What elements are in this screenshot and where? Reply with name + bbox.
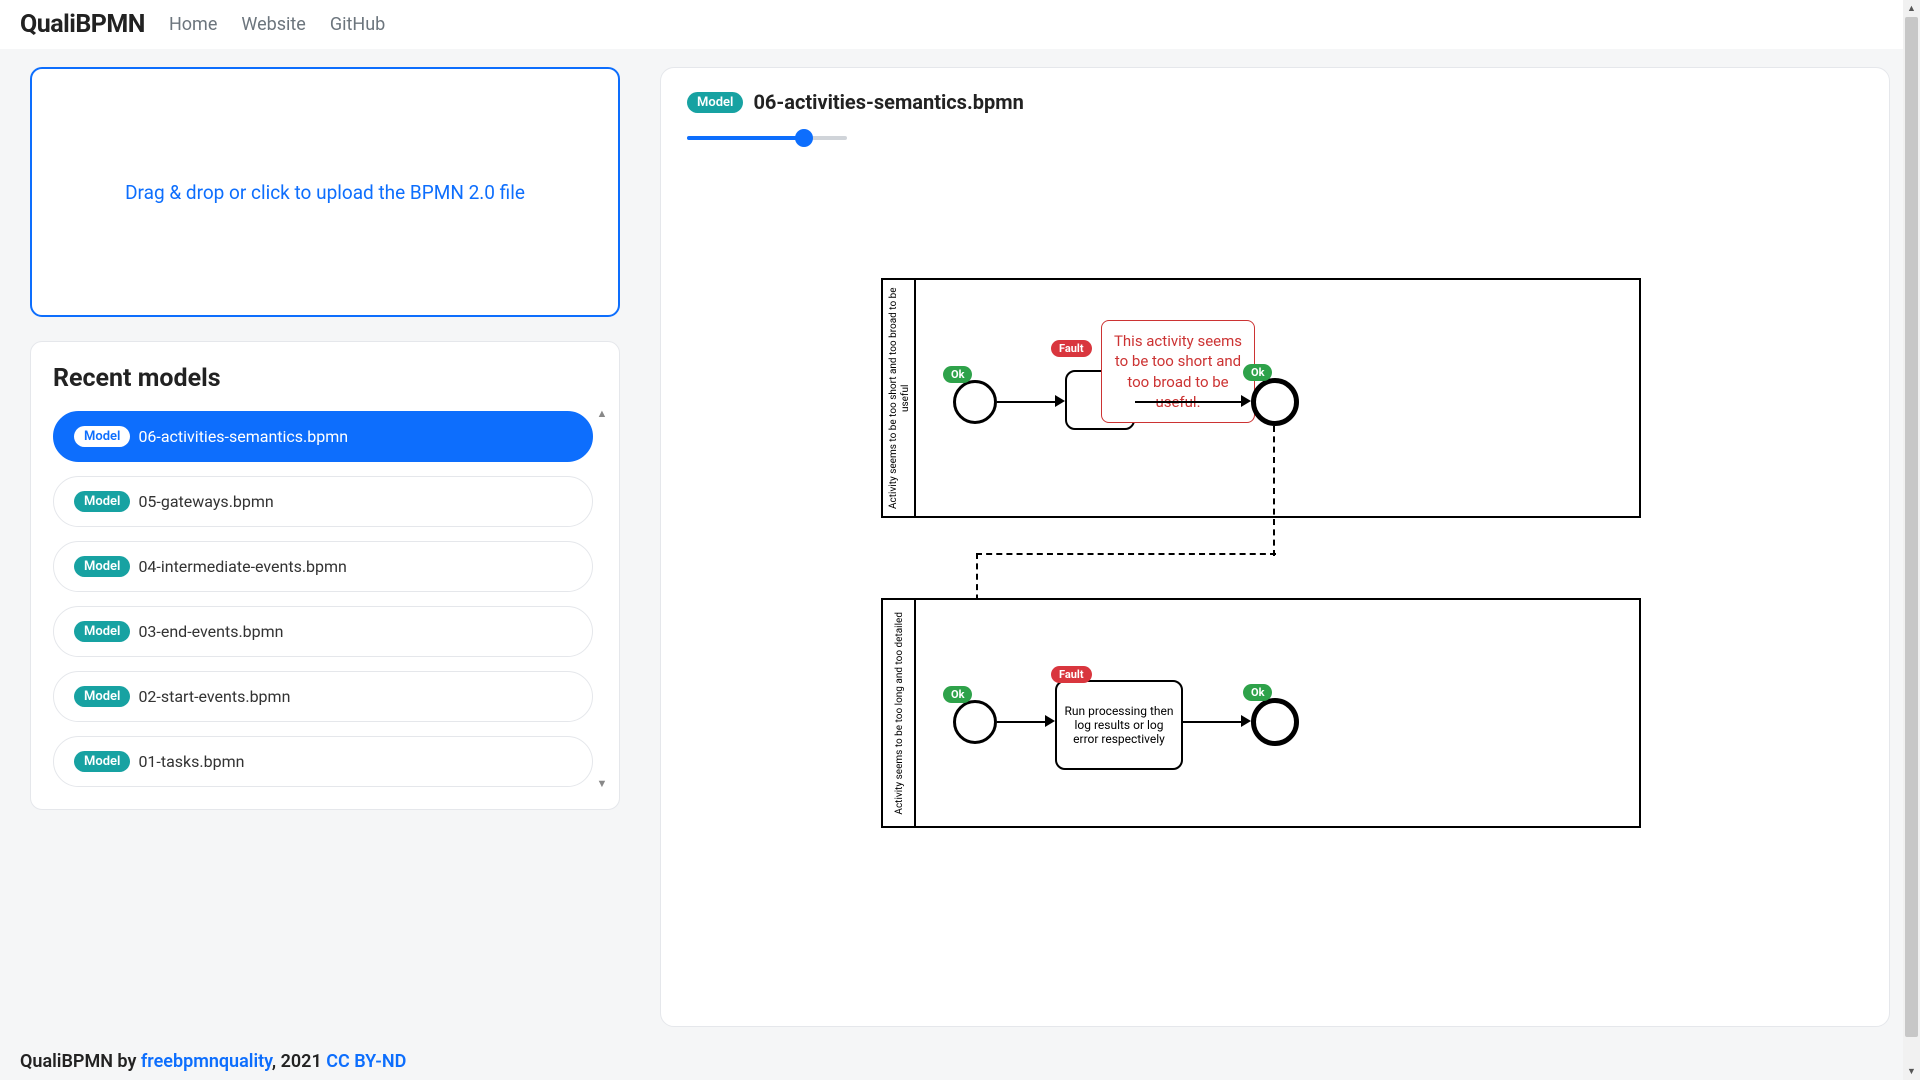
end-event[interactable] xyxy=(1251,698,1299,746)
end-event[interactable] xyxy=(1251,378,1299,426)
arrow-head-icon xyxy=(1241,715,1251,727)
viewer-filename: 06-activities-semantics.bpmn xyxy=(753,90,1023,114)
recent-model-item[interactable]: Model 03-end-events.bpmn xyxy=(53,606,593,657)
footer-license-link[interactable]: CC BY-ND xyxy=(326,1051,406,1072)
bpmn-lane: Activity seems to be too long and too de… xyxy=(881,598,1641,828)
footer: QualiBPMN by freebpmnquality, 2021 CC BY… xyxy=(20,1051,406,1072)
arrow-head-icon xyxy=(1055,395,1065,407)
recent-model-item[interactable]: Model 04-intermediate-events.bpmn xyxy=(53,541,593,592)
zoom-slider-thumb[interactable] xyxy=(795,129,813,147)
sequence-flow xyxy=(1135,401,1243,403)
page-scrollbar[interactable]: ▲ ▼ xyxy=(1903,0,1920,1080)
bpmn-diagram[interactable]: Activity seems to be too short and too b… xyxy=(881,278,1641,838)
model-name: 02-start-events.bpmn xyxy=(138,687,290,706)
zoom-slider[interactable] xyxy=(687,132,847,142)
viewer-model-badge: Model xyxy=(687,92,743,113)
start-event[interactable] xyxy=(953,700,997,744)
scrollbar-thumb[interactable] xyxy=(1905,17,1918,1037)
model-name: 06-activities-semantics.bpmn xyxy=(138,427,348,446)
bpmn-lane: Activity seems to be too short and too b… xyxy=(881,278,1641,518)
recent-model-item[interactable]: Model 01-tasks.bpmn xyxy=(53,736,593,787)
arrow-head-icon xyxy=(1045,715,1055,727)
sequence-flow xyxy=(997,401,1057,403)
sequence-flow xyxy=(997,721,1047,723)
model-badge: Model xyxy=(74,556,130,577)
annotation-box: This activity seems to be too short and … xyxy=(1101,320,1255,423)
lane-label: Activity seems to be too long and too de… xyxy=(886,600,916,826)
model-name: 04-intermediate-events.bpmn xyxy=(138,557,346,576)
sequence-flow xyxy=(1183,721,1243,723)
recent-models-title: Recent models xyxy=(53,364,607,393)
fault-badge: Fault xyxy=(1051,340,1092,357)
lane-label: Activity seems to be too short and too b… xyxy=(886,280,916,516)
upload-dropzone[interactable]: Drag & drop or click to upload the BPMN … xyxy=(30,67,620,317)
footer-mid: , 2021 xyxy=(272,1051,326,1072)
scrollbar-down-icon[interactable]: ▼ xyxy=(1903,1063,1920,1080)
recent-model-item[interactable]: Model 05-gateways.bpmn xyxy=(53,476,593,527)
recent-scroll-up-icon[interactable]: ▲ xyxy=(595,407,609,421)
brand[interactable]: QualiBPMN xyxy=(20,10,145,39)
recent-scroll-down-icon[interactable]: ▼ xyxy=(595,777,609,791)
recent-models-card: Recent models ▲ Model 06-activities-sema… xyxy=(30,341,620,810)
footer-author-link[interactable]: freebpmnquality xyxy=(141,1051,272,1072)
message-flow xyxy=(976,553,1276,555)
ok-badge: Ok xyxy=(1243,684,1272,701)
recent-model-item[interactable]: Model 06-activities-semantics.bpmn xyxy=(53,411,593,462)
model-name: 01-tasks.bpmn xyxy=(138,752,244,771)
footer-prefix: QualiBPMN by xyxy=(20,1051,141,1072)
start-event[interactable] xyxy=(953,380,997,424)
diagram-viewer: Model 06-activities-semantics.bpmn Activ… xyxy=(660,67,1890,1027)
model-badge: Model xyxy=(74,686,130,707)
message-flow xyxy=(1273,426,1275,556)
model-name: 03-end-events.bpmn xyxy=(138,622,283,641)
scrollbar-up-icon[interactable]: ▲ xyxy=(1903,0,1920,17)
ok-badge: Ok xyxy=(943,366,972,383)
navbar: QualiBPMN Home Website GitHub xyxy=(0,0,1920,49)
bpmn-task[interactable]: Run processing then log results or log e… xyxy=(1055,680,1183,770)
model-badge: Model xyxy=(74,621,130,642)
recent-model-item[interactable]: Model 02-start-events.bpmn xyxy=(53,671,593,722)
model-badge: Model xyxy=(74,426,130,447)
arrow-head-icon xyxy=(1241,395,1251,407)
model-name: 05-gateways.bpmn xyxy=(138,492,273,511)
nav-link-github[interactable]: GitHub xyxy=(330,14,385,35)
nav-link-website[interactable]: Website xyxy=(241,14,305,35)
ok-badge: Ok xyxy=(1243,364,1272,381)
recent-models-list: Model 06-activities-semantics.bpmn Model… xyxy=(53,411,593,787)
nav-link-home[interactable]: Home xyxy=(169,14,217,35)
model-badge: Model xyxy=(74,491,130,512)
model-badge: Model xyxy=(74,751,130,772)
fault-badge: Fault xyxy=(1051,666,1092,683)
zoom-slider-fill xyxy=(687,136,804,140)
ok-badge: Ok xyxy=(943,686,972,703)
dropzone-text: Drag & drop or click to upload the BPMN … xyxy=(125,181,525,204)
